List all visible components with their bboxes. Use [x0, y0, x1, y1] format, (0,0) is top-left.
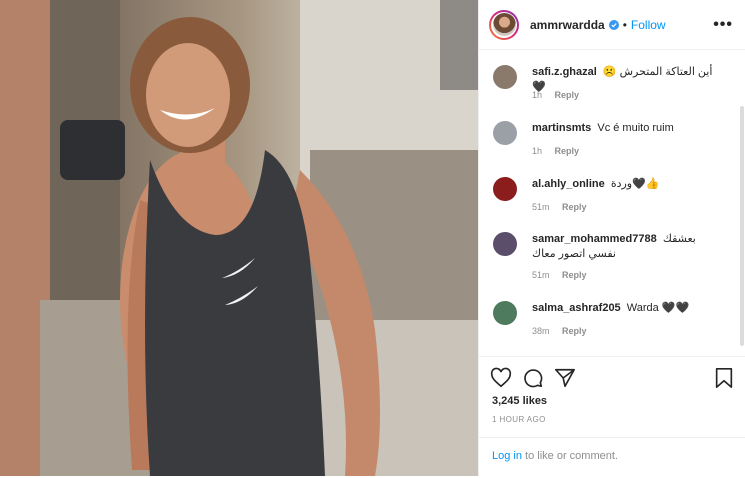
- login-prompt-text: to like or comment.: [521, 450, 618, 462]
- post-header: ammrwardda • Follow •••: [479, 0, 745, 50]
- comment-text: Warda 🖤🖤: [626, 302, 690, 314]
- reply-button[interactable]: Reply: [555, 90, 580, 100]
- comment-username[interactable]: safi.z.ghazal: [532, 66, 597, 78]
- post-photo[interactable]: [0, 0, 478, 476]
- login-bar: Log in to like or comment.: [479, 437, 745, 478]
- comment-avatar[interactable]: [493, 301, 517, 325]
- separator-dot: •: [622, 17, 627, 32]
- comment-avatar[interactable]: [493, 65, 517, 89]
- comment-time: 1h: [532, 90, 543, 100]
- comment-avatar[interactable]: [493, 232, 517, 256]
- comment-time: 51m: [532, 202, 550, 212]
- comment-text: Vc é muito ruim: [597, 122, 674, 134]
- comment-username[interactable]: samar_mohammed7788: [532, 233, 657, 245]
- likes-count[interactable]: 3,245 likes: [492, 395, 547, 407]
- comment-avatar[interactable]: [493, 177, 517, 201]
- post-actions: 3,245 likes 1 HOUR AGO Log in to like or…: [479, 356, 745, 477]
- post-timestamp[interactable]: 1 HOUR AGO: [492, 415, 546, 424]
- reply-button[interactable]: Reply: [555, 146, 580, 156]
- author-username[interactable]: ammrwardda: [530, 18, 605, 32]
- comments-list: safi.z.ghazal أين العتاكة المتحرش ☹️🖤 1h…: [479, 50, 745, 356]
- reply-button[interactable]: Reply: [562, 326, 587, 336]
- verified-badge-icon: [608, 19, 619, 30]
- follow-button[interactable]: Follow: [631, 18, 666, 32]
- heart-icon[interactable]: [490, 367, 512, 389]
- share-icon[interactable]: [554, 367, 576, 389]
- comment-username[interactable]: salma_ashraf205: [532, 302, 621, 314]
- reply-button[interactable]: Reply: [562, 202, 587, 212]
- comment-username[interactable]: al.ahly_online: [532, 178, 605, 190]
- post-photo-illustration: [0, 0, 478, 476]
- author-avatar[interactable]: [489, 9, 519, 40]
- reply-button[interactable]: Reply: [562, 270, 587, 280]
- comment-time: 1h: [532, 146, 543, 156]
- comment-avatar[interactable]: [493, 121, 517, 145]
- comments-scrollbar[interactable]: [740, 106, 744, 346]
- login-link[interactable]: Log in: [492, 450, 522, 462]
- more-options-icon[interactable]: •••: [713, 16, 733, 32]
- comment-icon[interactable]: [522, 367, 544, 389]
- bookmark-icon[interactable]: [714, 367, 734, 389]
- comment-time: 51m: [532, 270, 550, 280]
- post-side-panel: ammrwardda • Follow ••• safi.z.ghazal أي…: [478, 0, 745, 476]
- comment-time: 38m: [532, 326, 550, 336]
- comment-username[interactable]: martinsmts: [532, 122, 591, 134]
- comment-text: وردة🖤👍: [610, 178, 660, 190]
